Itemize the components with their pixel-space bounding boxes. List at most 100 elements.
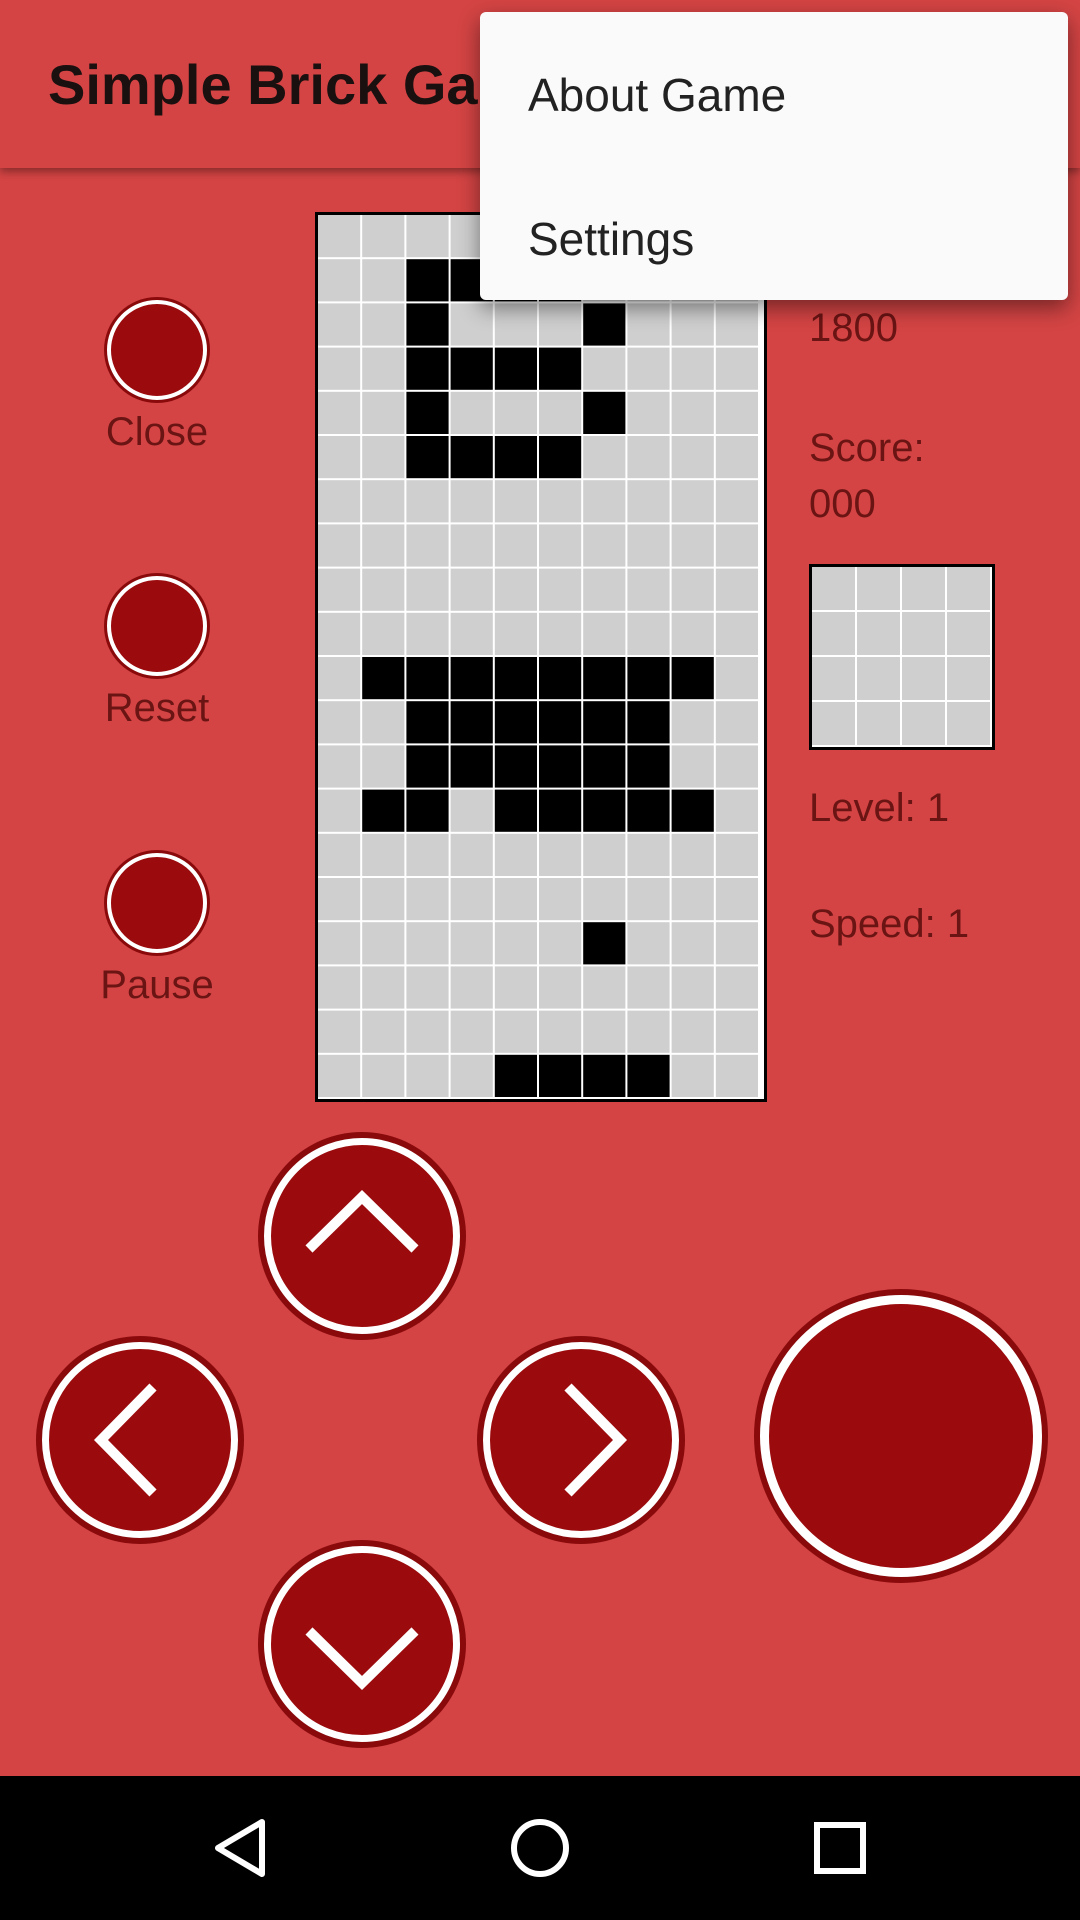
brick-cell-filled xyxy=(539,657,582,700)
brick-cell-filled xyxy=(539,745,582,788)
brick-cell-filled xyxy=(450,657,493,700)
brick-cell xyxy=(857,657,900,700)
brick-cell xyxy=(362,480,405,523)
brick-cell xyxy=(671,833,714,876)
brick-cell-filled xyxy=(627,789,670,832)
brick-cell xyxy=(494,922,537,965)
brick-cell xyxy=(812,567,855,610)
brick-cell xyxy=(450,568,493,611)
left-button[interactable] xyxy=(42,1342,238,1538)
brick-cell-filled xyxy=(539,701,582,744)
brick-cell xyxy=(947,702,990,745)
speed-indicator: Speed: 1 xyxy=(809,902,970,946)
brick-cell xyxy=(318,1054,361,1097)
brick-cell xyxy=(671,480,714,523)
brick-cell-filled xyxy=(406,701,449,744)
brick-cell xyxy=(671,878,714,921)
brick-cell xyxy=(450,878,493,921)
reset-button[interactable] xyxy=(107,576,207,676)
system-nav-bar xyxy=(0,1776,1080,1920)
brick-cell-filled xyxy=(627,701,670,744)
brick-cell xyxy=(539,878,582,921)
brick-cell-filled xyxy=(583,922,626,965)
brick-cell xyxy=(583,878,626,921)
brick-cell xyxy=(362,436,405,479)
brick-cell xyxy=(406,966,449,1009)
brick-cell xyxy=(318,745,361,788)
menu-item-settings[interactable]: Settings xyxy=(528,212,694,266)
brick-cell xyxy=(627,966,670,1009)
close-label: Close xyxy=(105,410,209,454)
brick-cell xyxy=(715,789,758,832)
brick-cell-filled xyxy=(494,745,537,788)
brick-cell xyxy=(539,480,582,523)
chevron-right-icon xyxy=(564,1383,628,1497)
overflow-menu: About Game Settings xyxy=(480,12,1068,300)
brick-cell xyxy=(450,833,493,876)
rotate-button[interactable] xyxy=(760,1295,1042,1577)
brick-cell xyxy=(406,833,449,876)
brick-cell xyxy=(494,1010,537,1053)
back-button[interactable] xyxy=(170,1776,310,1920)
brick-cell xyxy=(318,303,361,346)
brick-cell xyxy=(715,878,758,921)
brick-cell xyxy=(406,480,449,523)
pause-button[interactable] xyxy=(107,853,207,953)
brick-cell-filled xyxy=(406,347,449,390)
brick-cell xyxy=(450,1010,493,1053)
brick-cell xyxy=(494,480,537,523)
brick-cell-filled xyxy=(627,745,670,788)
brick-cell xyxy=(715,833,758,876)
brick-cell xyxy=(318,789,361,832)
brick-cell xyxy=(406,922,449,965)
preview-grid xyxy=(812,567,992,747)
chevron-left-icon xyxy=(93,1383,157,1497)
brick-cell xyxy=(812,612,855,655)
brick-cell xyxy=(362,391,405,434)
brick-cell xyxy=(671,391,714,434)
brick-cell xyxy=(362,745,405,788)
brick-cell xyxy=(627,480,670,523)
brick-cell xyxy=(902,567,945,610)
up-button[interactable] xyxy=(264,1138,460,1334)
brick-cell xyxy=(812,657,855,700)
brick-cell xyxy=(318,833,361,876)
chevron-down-icon xyxy=(305,1627,419,1691)
home-button[interactable] xyxy=(470,1776,610,1920)
brick-cell xyxy=(450,524,493,567)
menu-item-about-game[interactable]: About Game xyxy=(528,68,786,122)
brick-cell xyxy=(715,966,758,1009)
brick-cell xyxy=(318,966,361,1009)
close-button[interactable] xyxy=(107,300,207,400)
brick-cell-filled xyxy=(450,745,493,788)
brick-cell xyxy=(715,480,758,523)
brick-cell-filled xyxy=(494,701,537,744)
brick-cell xyxy=(671,966,714,1009)
recents-button[interactable] xyxy=(770,1776,910,1920)
brick-cell xyxy=(715,701,758,744)
brick-cell xyxy=(715,524,758,567)
brick-cell-filled xyxy=(406,303,449,346)
right-button[interactable] xyxy=(483,1342,679,1538)
brick-cell-filled xyxy=(671,657,714,700)
brick-cell xyxy=(318,657,361,700)
brick-cell xyxy=(450,1054,493,1097)
brick-cell xyxy=(362,568,405,611)
down-button[interactable] xyxy=(264,1546,460,1742)
brick-cell xyxy=(627,833,670,876)
brick-cell-filled xyxy=(583,701,626,744)
brick-cell xyxy=(539,568,582,611)
brick-cell xyxy=(671,1054,714,1097)
brick-cell-filled xyxy=(583,391,626,434)
brick-cell xyxy=(715,303,758,346)
brick-cell xyxy=(450,612,493,655)
brick-cell-filled xyxy=(671,789,714,832)
brick-cell xyxy=(494,833,537,876)
brick-cell-filled xyxy=(583,657,626,700)
brick-cell xyxy=(318,259,361,302)
brick-cell xyxy=(450,391,493,434)
brick-cell xyxy=(362,524,405,567)
brick-cell-filled xyxy=(583,789,626,832)
brick-cell xyxy=(539,524,582,567)
brick-cell xyxy=(715,657,758,700)
